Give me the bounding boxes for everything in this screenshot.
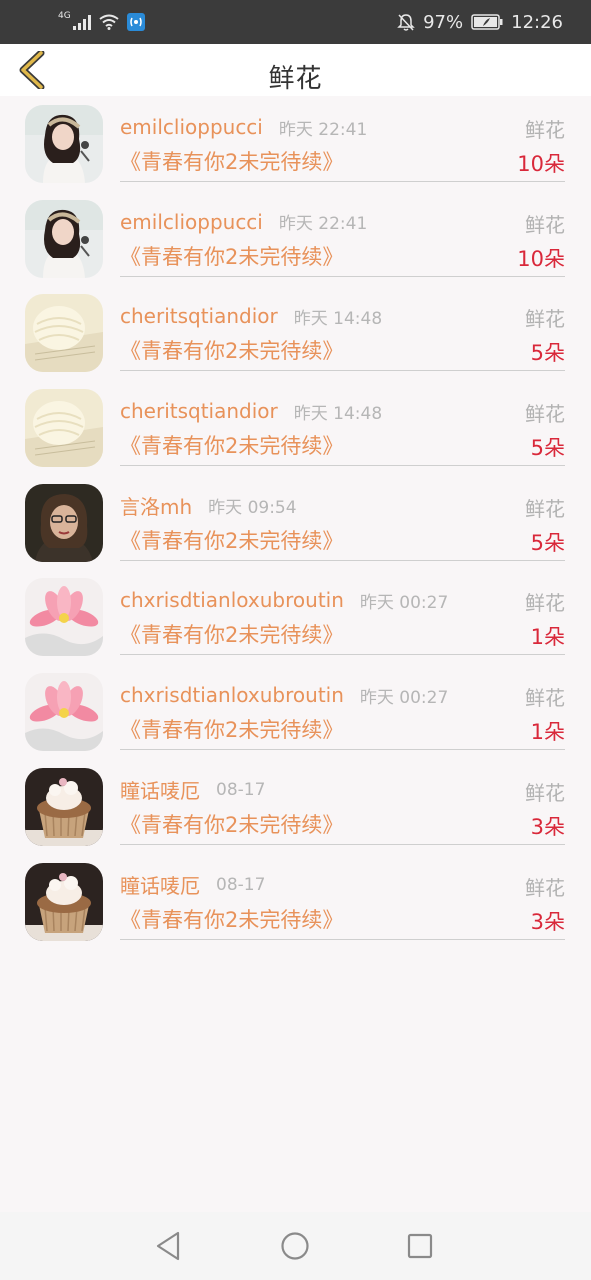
record-info: cheritsqtiandior 昨天 14:48 鲜花 《青春有你2未完待续》… <box>120 380 565 467</box>
list-item[interactable]: emilclioppucci 昨天 22:41 鲜花 《青春有你2未完待续》 1… <box>0 191 591 286</box>
wifi-icon <box>99 14 119 30</box>
record-time: 昨天 14:48 <box>293 308 383 329</box>
flower-count: 10朵 <box>517 246 565 271</box>
cupcake-avatar[interactable] <box>25 862 103 941</box>
status-right: 97% 12:26 <box>397 10 563 34</box>
nav-back-button[interactable] <box>152 1229 186 1263</box>
record-time: 08-17 <box>216 874 266 895</box>
record-time: 昨天 22:41 <box>278 119 368 140</box>
flower-count: 5朵 <box>530 436 565 461</box>
list-item[interactable]: cheritsqtiandior 昨天 14:48 鲜花 《青春有你2未完待续》… <box>0 380 591 475</box>
record-time: 昨天 00:27 <box>359 687 449 708</box>
record-time: 昨天 14:48 <box>293 403 383 424</box>
record-info: 瞳话唛厄 08-17 鲜花 《青春有你2未完待续》 3朵 <box>120 854 565 940</box>
woman-avatar[interactable] <box>25 199 103 278</box>
record-info: chxrisdtianloxubroutin 昨天 00:27 鲜花 《青春有你… <box>120 569 565 656</box>
user-name[interactable]: emilclioppucci <box>120 210 263 234</box>
flower-count: 5朵 <box>530 341 565 366</box>
gift-type: 鲜花 <box>525 402 565 427</box>
yarn-avatar[interactable] <box>25 389 103 468</box>
lotus-avatar[interactable] <box>25 578 103 657</box>
flower-count: 3朵 <box>530 909 565 934</box>
flower-count: 1朵 <box>530 625 565 650</box>
status-bar: 4G 97% 12:26 <box>0 0 591 44</box>
user-name[interactable]: cheritsqtiandior <box>120 304 278 328</box>
flower-count: 3朵 <box>530 814 565 839</box>
user-name[interactable]: chxrisdtianloxubroutin <box>120 588 344 612</box>
record-time: 昨天 22:41 <box>278 214 368 235</box>
flower-count: 1朵 <box>530 720 565 745</box>
flower-record-list: emilclioppucci 昨天 22:41 鲜花 《青春有你2未完待续》 1… <box>0 96 591 948</box>
clock: 12:26 <box>511 11 563 33</box>
gift-type: 鲜花 <box>525 212 565 237</box>
list-item[interactable]: 言洛mh 昨天 09:54 鲜花 《青春有你2未完待续》 5朵 <box>0 475 591 570</box>
record-time: 昨天 00:27 <box>359 592 449 613</box>
circle-home-icon <box>281 1232 309 1260</box>
portrait-avatar[interactable] <box>25 483 103 562</box>
record-time: 08-17 <box>216 779 266 800</box>
signal-icon <box>72 15 91 30</box>
record-time: 昨天 09:54 <box>208 498 297 519</box>
nav-home-button[interactable] <box>278 1229 312 1263</box>
record-info: emilclioppucci 昨天 22:41 鲜花 《青春有你2未完待续》 1… <box>120 96 565 182</box>
yarn-avatar[interactable] <box>25 294 103 373</box>
work-title[interactable]: 《青春有你2未完待续》 <box>120 619 343 649</box>
list-item[interactable]: 瞳话唛厄 08-17 鲜花 《青春有你2未完待续》 3朵 <box>0 854 591 949</box>
flower-count: 5朵 <box>530 530 565 555</box>
user-name[interactable]: cheritsqtiandior <box>120 399 278 423</box>
battery-percent: 97% <box>423 11 464 33</box>
user-name[interactable]: 言洛mh <box>120 491 192 520</box>
list-item[interactable]: 瞳话唛厄 08-17 鲜花 《青春有你2未完待续》 3朵 <box>0 759 591 854</box>
work-title[interactable]: 《青春有你2未完待续》 <box>120 241 343 271</box>
hotspot-icon <box>126 13 145 31</box>
user-name[interactable]: 瞳话唛厄 <box>120 870 200 899</box>
record-info: emilclioppucci 昨天 22:41 鲜花 《青春有你2未完待续》 1… <box>120 191 565 277</box>
woman-avatar[interactable] <box>25 105 103 183</box>
gift-type: 鲜花 <box>525 686 565 711</box>
gift-type: 鲜花 <box>525 875 565 900</box>
gift-type: 鲜花 <box>525 591 565 616</box>
list-item[interactable]: emilclioppucci 昨天 22:41 鲜花 《青春有你2未完待续》 1… <box>0 96 591 191</box>
triangle-back-icon <box>156 1231 180 1261</box>
mute-bell-icon <box>397 14 415 31</box>
work-title[interactable]: 《青春有你2未完待续》 <box>120 714 343 744</box>
page-title: 鲜花 <box>268 64 323 94</box>
record-info: 言洛mh 昨天 09:54 鲜花 《青春有你2未完待续》 5朵 <box>120 475 565 561</box>
gift-type: 鲜花 <box>525 307 565 332</box>
list-item[interactable]: chxrisdtianloxubroutin 昨天 00:27 鲜花 《青春有你… <box>0 569 591 664</box>
record-info: cheritsqtiandior 昨天 14:48 鲜花 《青春有你2未完待续》… <box>120 285 565 372</box>
work-title[interactable]: 《青春有你2未完待续》 <box>120 809 343 839</box>
lotus-avatar[interactable] <box>25 673 103 752</box>
work-title[interactable]: 《青春有你2未完待续》 <box>120 430 343 460</box>
user-name[interactable]: 瞳话唛厄 <box>120 775 200 804</box>
status-left: 4G <box>58 10 145 34</box>
flower-count: 10朵 <box>517 152 565 176</box>
list-item[interactable]: chxrisdtianloxubroutin 昨天 00:27 鲜花 《青春有你… <box>0 664 591 759</box>
list-item[interactable]: cheritsqtiandior 昨天 14:48 鲜花 《青春有你2未完待续》… <box>0 285 591 380</box>
gift-type: 鲜花 <box>525 496 565 521</box>
record-info: 瞳话唛厄 08-17 鲜花 《青春有你2未完待续》 3朵 <box>120 759 565 845</box>
work-title[interactable]: 《青春有你2未完待续》 <box>120 904 343 934</box>
battery-icon <box>471 14 503 30</box>
nav-recents-button[interactable] <box>403 1229 437 1263</box>
nav-header: 鲜花 <box>0 44 591 96</box>
cupcake-avatar[interactable] <box>25 767 103 846</box>
work-title[interactable]: 《青春有你2未完待续》 <box>120 335 343 365</box>
system-nav-bar <box>0 1212 591 1280</box>
gift-type: 鲜花 <box>525 780 565 805</box>
square-recents-icon <box>407 1233 433 1259</box>
work-title[interactable]: 《青春有你2未完待续》 <box>120 146 343 176</box>
record-info: chxrisdtianloxubroutin 昨天 00:27 鲜花 《青春有你… <box>120 664 565 751</box>
work-title[interactable]: 《青春有你2未完待续》 <box>120 525 343 555</box>
network-type: 4G <box>58 10 71 21</box>
gift-type: 鲜花 <box>525 118 565 142</box>
user-name[interactable]: chxrisdtianloxubroutin <box>120 683 344 707</box>
user-name[interactable]: emilclioppucci <box>120 115 263 139</box>
